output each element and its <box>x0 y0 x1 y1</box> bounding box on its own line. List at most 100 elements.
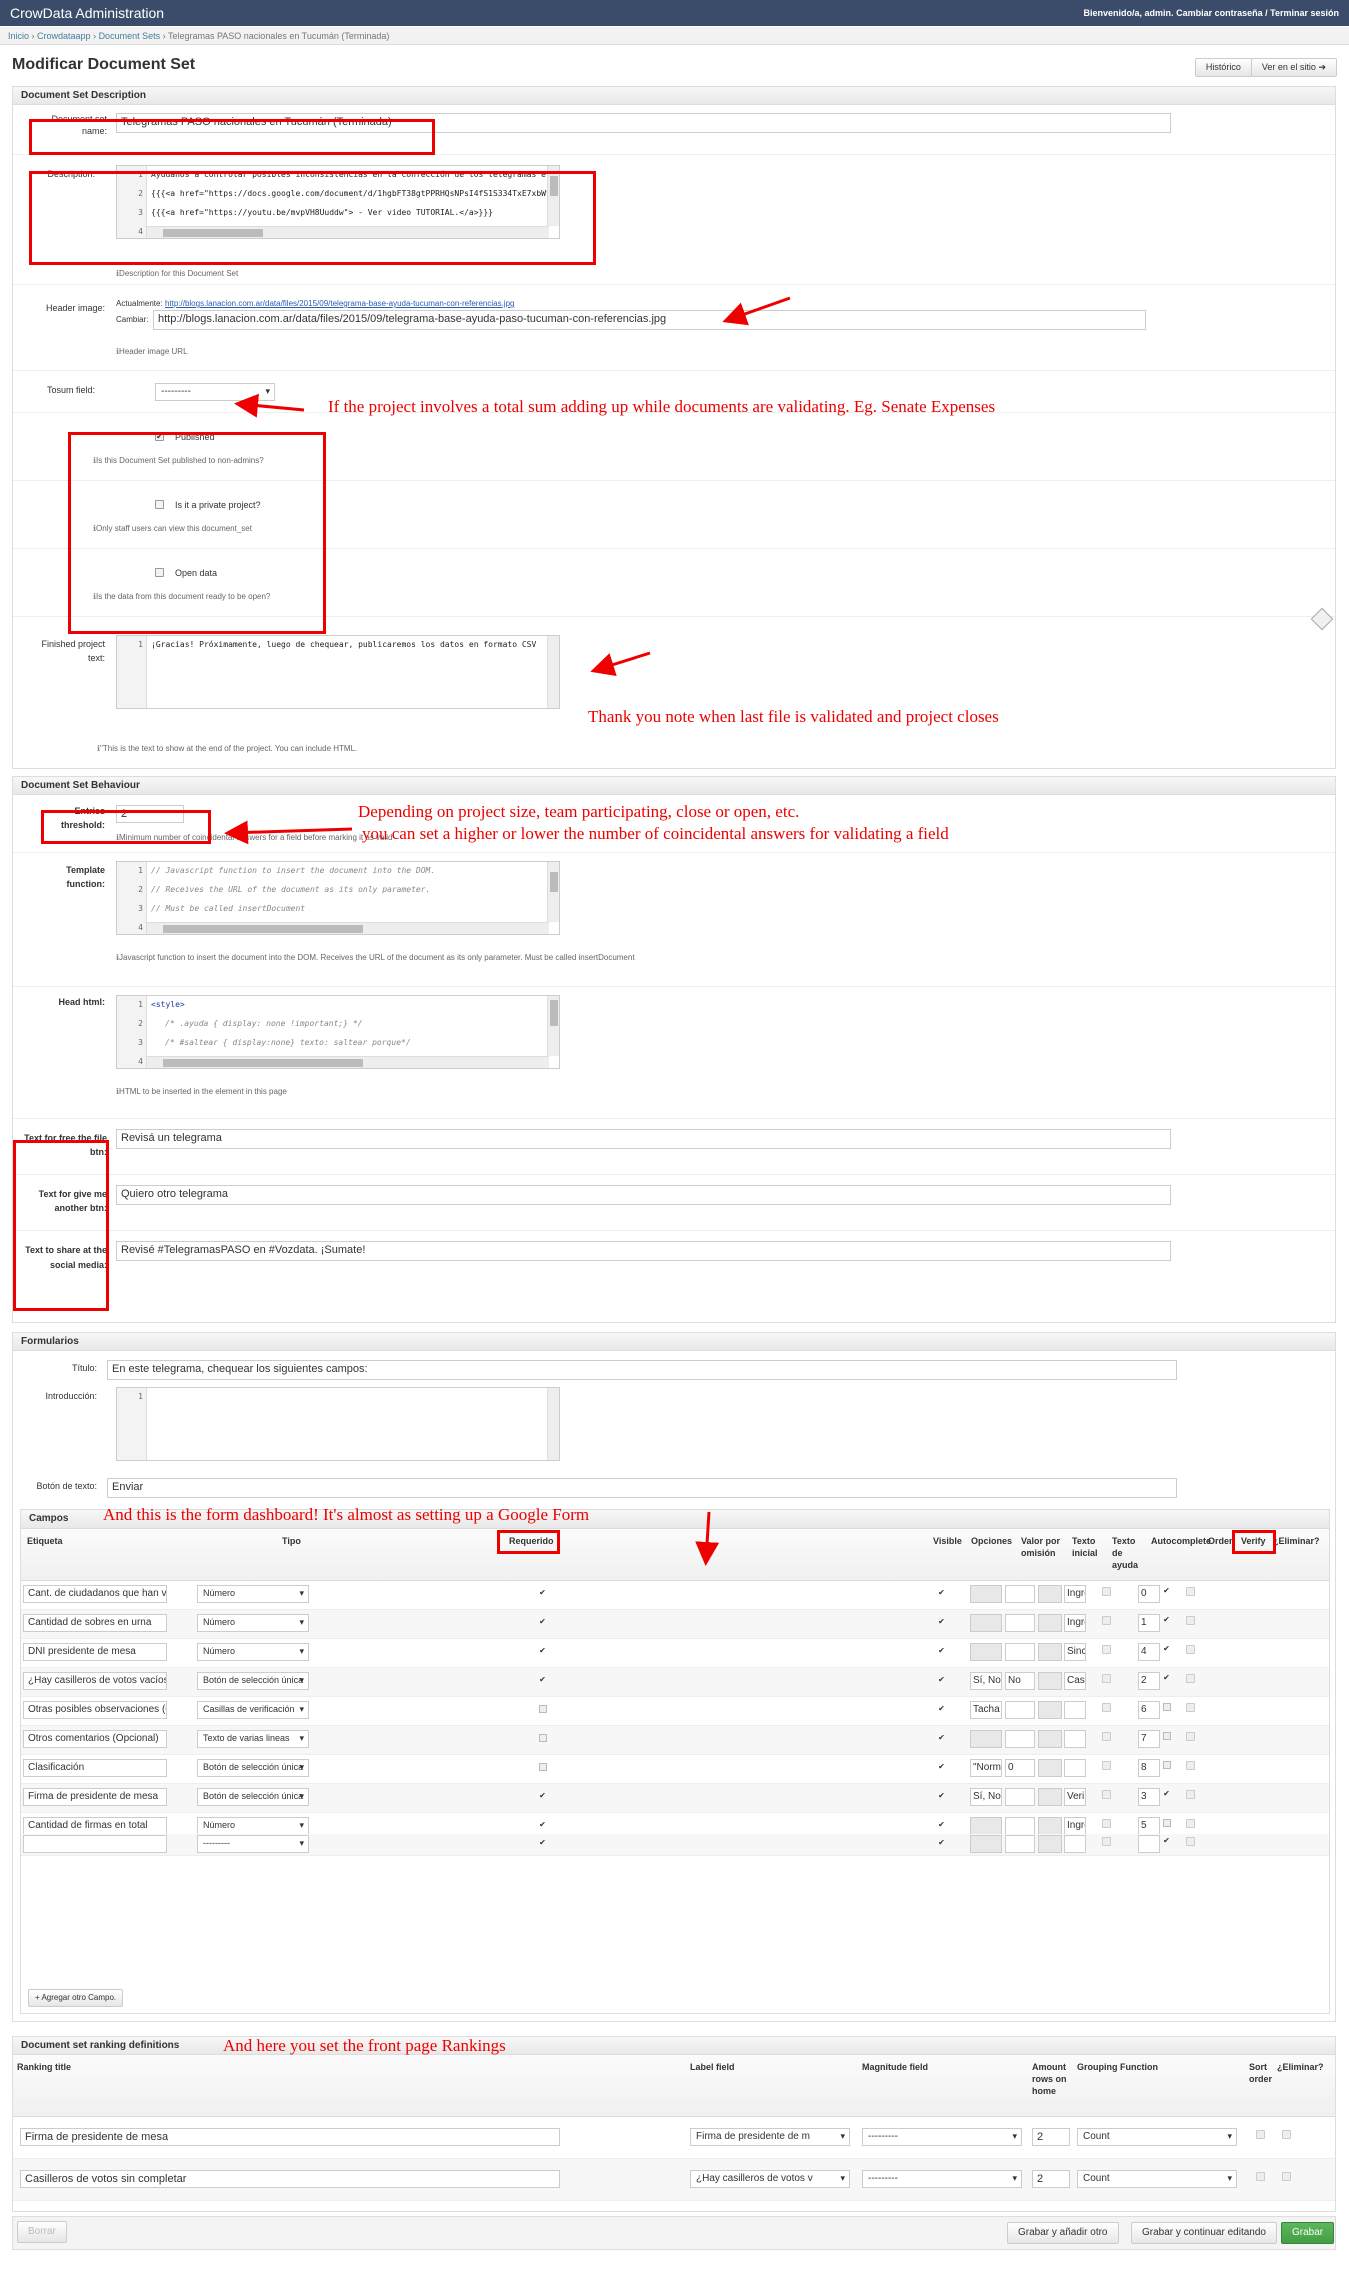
field-initial-input[interactable] <box>1038 1730 1062 1748</box>
save-button[interactable]: Grabar <box>1281 2222 1335 2244</box>
field-type-select[interactable]: Número <box>197 1585 309 1603</box>
current-image-link[interactable]: http://blogs.lanacion.com.ar/data/files/… <box>165 299 515 308</box>
breadcrumb-home[interactable]: Inicio <box>8 31 29 41</box>
field-visible-checkbox[interactable]: ✔ <box>937 1589 946 1598</box>
header-image-input[interactable]: http://blogs.lanacion.com.ar/data/files/… <box>153 310 1146 330</box>
field-verify-checkbox[interactable]: ✔ <box>1162 1587 1171 1596</box>
field-help-input[interactable] <box>1064 1701 1086 1719</box>
field-label-input[interactable]: Cantidad de sobres en urna <box>23 1614 167 1632</box>
field-options-input[interactable]: Tacha <box>970 1701 1002 1719</box>
field-initial-input[interactable] <box>1038 1788 1062 1806</box>
field-help-input[interactable]: Ingre <box>1064 1614 1086 1632</box>
ranking-delete-checkbox[interactable] <box>1282 2172 1291 2181</box>
field-required-checkbox[interactable]: ✔ <box>538 1839 547 1848</box>
field-visible-checkbox[interactable]: ✔ <box>937 1792 946 1801</box>
ranking-sort-checkbox[interactable] <box>1256 2130 1265 2139</box>
field-label-input[interactable]: Cant. de ciudadanos que han votado <box>23 1585 167 1603</box>
field-verify-checkbox[interactable]: ✔ <box>1162 1616 1171 1625</box>
field-delete-checkbox[interactable] <box>1186 1645 1195 1654</box>
field-default-input[interactable] <box>1005 1585 1035 1603</box>
horizontal-scrollbar[interactable] <box>147 1056 549 1068</box>
field-type-select[interactable]: Botón de selección única <box>197 1759 309 1777</box>
vertical-scrollbar[interactable] <box>547 862 559 922</box>
field-required-checkbox[interactable]: ✔ <box>538 1676 547 1685</box>
field-options-input[interactable] <box>970 1643 1002 1661</box>
ranking-label-field-select[interactable]: Firma de presidente de m <box>690 2128 850 2146</box>
field-autocomplete-checkbox[interactable] <box>1102 1761 1111 1770</box>
field-options-input[interactable] <box>970 1817 1002 1835</box>
field-initial-input[interactable] <box>1038 1614 1062 1632</box>
field-delete-checkbox[interactable] <box>1186 1674 1195 1683</box>
field-autocomplete-checkbox[interactable] <box>1102 1645 1111 1654</box>
field-initial-input[interactable] <box>1038 1701 1062 1719</box>
field-visible-checkbox[interactable]: ✔ <box>937 1839 946 1848</box>
field-visible-checkbox[interactable]: ✔ <box>937 1705 946 1714</box>
field-autocomplete-checkbox[interactable] <box>1102 1587 1111 1596</box>
field-autocomplete-checkbox[interactable] <box>1102 1837 1111 1846</box>
field-default-input[interactable] <box>1005 1701 1035 1719</box>
field-initial-input[interactable] <box>1038 1585 1062 1603</box>
field-order-input[interactable]: 6 <box>1138 1701 1160 1719</box>
field-type-select[interactable]: Casillas de verificación <box>197 1701 309 1719</box>
field-default-input[interactable] <box>1005 1788 1035 1806</box>
form-intro-editor[interactable]: 1 <box>116 1387 560 1461</box>
field-default-input[interactable]: 0 <box>1005 1759 1035 1777</box>
ranking-title-input[interactable]: Firma de presidente de mesa <box>20 2128 560 2146</box>
field-initial-input[interactable] <box>1038 1672 1062 1690</box>
free-btn-input[interactable]: Revisá un telegrama <box>116 1129 1171 1149</box>
ranking-grouping-select[interactable]: Count <box>1077 2170 1237 2188</box>
ranking-magnitude-select[interactable]: --------- <box>862 2128 1022 2146</box>
field-order-input[interactable]: 5 <box>1138 1817 1160 1835</box>
ranking-title-input[interactable]: Casilleros de votos sin completar <box>20 2170 560 2188</box>
field-type-select[interactable]: Número <box>197 1643 309 1661</box>
field-verify-checkbox[interactable]: ✔ <box>1162 1837 1171 1846</box>
field-options-input[interactable] <box>970 1730 1002 1748</box>
ranking-amount-input[interactable]: 2 <box>1032 2170 1070 2188</box>
field-type-select[interactable]: Botón de selección única <box>197 1672 309 1690</box>
field-initial-input[interactable] <box>1038 1817 1062 1835</box>
vertical-scrollbar[interactable] <box>547 1388 559 1460</box>
field-type-select[interactable]: Número <box>197 1817 309 1835</box>
field-autocomplete-checkbox[interactable] <box>1102 1674 1111 1683</box>
breadcrumb-app[interactable]: Crowdataapp <box>37 31 91 41</box>
field-verify-checkbox[interactable] <box>1162 1761 1171 1770</box>
field-required-checkbox[interactable] <box>538 1734 547 1743</box>
field-default-input[interactable] <box>1005 1817 1035 1835</box>
field-required-checkbox[interactable] <box>538 1763 547 1772</box>
ranking-delete-checkbox[interactable] <box>1282 2130 1291 2139</box>
finished-text-editor[interactable]: 1 ¡Gracias! Próximamente, luego de chequ… <box>116 635 560 709</box>
field-help-input[interactable] <box>1064 1730 1086 1748</box>
field-order-input[interactable]: 1 <box>1138 1614 1160 1632</box>
field-options-input[interactable]: "Norm <box>970 1759 1002 1777</box>
field-type-select[interactable]: Botón de selección única <box>197 1788 309 1806</box>
field-type-select[interactable]: Texto de varias lineas <box>197 1730 309 1748</box>
field-default-input[interactable]: No <box>1005 1672 1035 1690</box>
field-visible-checkbox[interactable]: ✔ <box>937 1618 946 1627</box>
field-label-input[interactable]: Clasificación <box>23 1759 167 1777</box>
field-label-input[interactable]: ¿Hay casilleros de votos vacíos? <box>23 1672 167 1690</box>
field-order-input[interactable]: 7 <box>1138 1730 1160 1748</box>
field-verify-checkbox[interactable]: ✔ <box>1162 1674 1171 1683</box>
field-verify-checkbox[interactable]: ✔ <box>1162 1645 1171 1654</box>
field-options-input[interactable] <box>970 1585 1002 1603</box>
history-button[interactable]: Histórico <box>1194 58 1252 77</box>
field-delete-checkbox[interactable] <box>1186 1761 1195 1770</box>
field-default-input[interactable] <box>1005 1643 1035 1661</box>
field-order-input[interactable]: 4 <box>1138 1643 1160 1661</box>
field-initial-input[interactable] <box>1038 1835 1062 1853</box>
ranking-sort-checkbox[interactable] <box>1256 2172 1265 2181</box>
field-autocomplete-checkbox[interactable] <box>1102 1703 1111 1712</box>
field-required-checkbox[interactable] <box>538 1705 547 1714</box>
ranking-amount-input[interactable]: 2 <box>1032 2128 1070 2146</box>
field-default-input[interactable] <box>1005 1730 1035 1748</box>
field-delete-checkbox[interactable] <box>1186 1703 1195 1712</box>
change-password-link[interactable]: Cambiar contraseña <box>1176 8 1263 18</box>
field-label-input[interactable]: Firma de presidente de mesa <box>23 1788 167 1806</box>
field-verify-checkbox[interactable] <box>1162 1819 1171 1828</box>
field-type-select[interactable]: Número <box>197 1614 309 1632</box>
field-visible-checkbox[interactable]: ✔ <box>937 1676 946 1685</box>
field-verify-checkbox[interactable] <box>1162 1732 1171 1741</box>
field-label-input[interactable]: Otros comentarios (Opcional) <box>23 1730 167 1748</box>
ranking-label-field-select[interactable]: ¿Hay casilleros de votos v <box>690 2170 850 2188</box>
field-delete-checkbox[interactable] <box>1186 1732 1195 1741</box>
